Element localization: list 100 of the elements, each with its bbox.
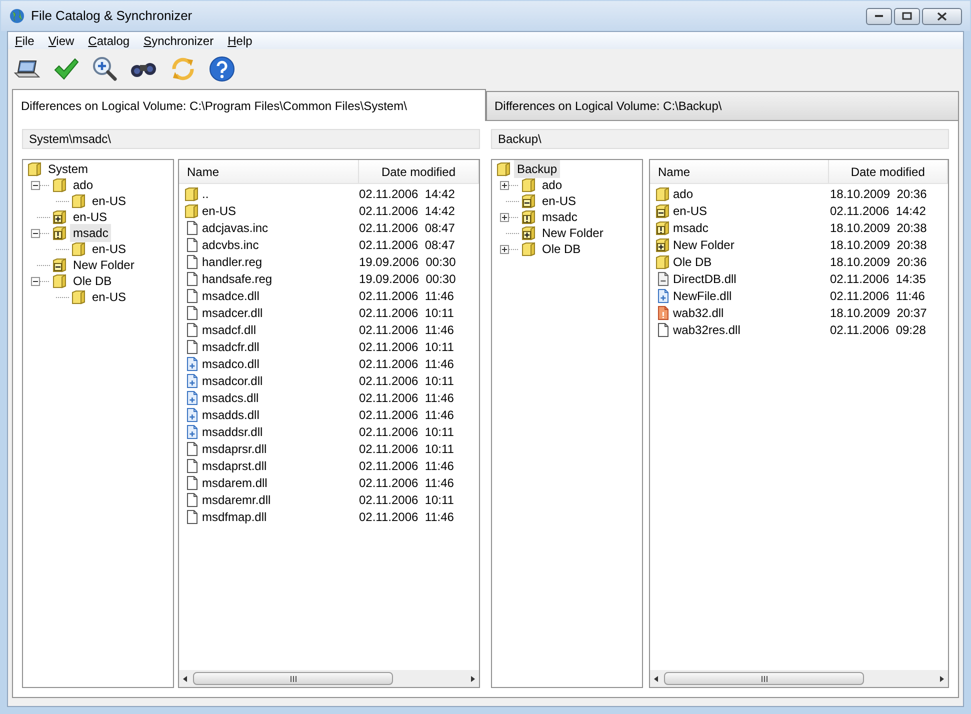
zoom-in-icon[interactable] xyxy=(92,56,118,82)
minimize-icon xyxy=(874,14,884,18)
file-name: msdarem.dll xyxy=(202,474,268,492)
column-header[interactable]: Name xyxy=(650,160,829,183)
file-name: msaddsr.dll xyxy=(202,424,263,440)
collapse-icon[interactable] xyxy=(31,180,40,190)
date-modified: 02.11.2006 09:28 xyxy=(830,322,926,338)
column-header[interactable]: Date modified xyxy=(359,160,479,183)
help-icon[interactable] xyxy=(208,56,234,82)
tree-item[interactable]: en-US xyxy=(70,208,110,226)
file-name: msadcf.dll xyxy=(202,322,256,338)
file-name: DirectDB.dll xyxy=(673,270,736,288)
date-modified: 02.11.2006 10:11 xyxy=(359,338,454,356)
date-modified: 02.11.2006 11:46 xyxy=(359,406,454,424)
date-modified: 02.11.2006 11:46 xyxy=(359,322,454,338)
expand-icon[interactable] xyxy=(500,180,509,190)
tree-item[interactable]: msadc xyxy=(539,208,580,226)
tree-item[interactable]: Backup xyxy=(514,160,560,178)
tree-item[interactable]: Ole DB xyxy=(539,240,584,258)
date-modified: 19.09.2006 00:30 xyxy=(359,254,456,270)
menu-item[interactable]: File xyxy=(15,32,34,50)
horizontal-scrollbar[interactable] xyxy=(650,670,948,687)
file-name: msadcor.dll xyxy=(202,372,263,390)
scroll-right-icon[interactable] xyxy=(469,674,477,682)
scroll-right-icon[interactable] xyxy=(938,674,946,682)
expand-icon[interactable] xyxy=(500,244,509,254)
date-modified: 02.11.2006 10:11 xyxy=(359,372,454,390)
column-header[interactable]: Name xyxy=(179,160,359,183)
date-modified: 18.10.2009 20:38 xyxy=(830,236,927,254)
date-modified: 02.11.2006 11:46 xyxy=(359,356,454,372)
date-modified: 02.11.2006 08:47 xyxy=(359,220,455,236)
scroll-left-icon[interactable] xyxy=(652,674,660,682)
file-name: Ole DB xyxy=(673,254,712,270)
tree-item[interactable]: en-US xyxy=(89,240,130,258)
file-name: msadcfr.dll xyxy=(202,338,260,356)
tab[interactable]: Differences on Logical Volume: C:\Program Files\Common Files\System\ xyxy=(12,89,486,121)
file-name: .. xyxy=(202,186,209,202)
menu-item[interactable]: Catalog xyxy=(88,32,130,50)
file-name: en-US xyxy=(673,202,708,220)
date-modified: 02.11.2006 10:11 xyxy=(359,304,454,322)
file-name: ado xyxy=(673,186,694,202)
date-modified: 18.10.2009 20:37 xyxy=(830,304,927,322)
tree-item[interactable]: msadc xyxy=(70,224,112,242)
file-name: adcvbs.inc xyxy=(202,236,259,254)
file-name: msdaremr.dll xyxy=(202,492,271,508)
maximize-button[interactable] xyxy=(894,8,920,24)
date-modified: 02.11.2006 11:46 xyxy=(359,288,454,304)
collapse-icon[interactable] xyxy=(31,228,40,238)
date-modified: 02.11.2006 08:47 xyxy=(359,236,455,254)
file-name: New Folder xyxy=(673,236,734,254)
menu-item[interactable]: Synchronizer xyxy=(144,32,214,50)
menu-item[interactable]: Help xyxy=(228,32,252,50)
tree-item[interactable]: ado xyxy=(539,176,566,194)
file-name: en-US xyxy=(202,202,236,220)
date-modified: 19.09.2006 00:30 xyxy=(359,270,456,288)
date-modified: 02.11.2006 14:42 xyxy=(830,202,926,220)
date-modified: 02.11.2006 10:11 xyxy=(359,492,454,508)
date-modified: 02.11.2006 14:42 xyxy=(359,202,455,220)
file-name: msadc xyxy=(673,220,708,236)
horizontal-scrollbar[interactable] xyxy=(179,670,479,687)
path-bar: System\msadc\ xyxy=(22,129,480,149)
date-modified: 18.10.2009 20:36 xyxy=(830,254,927,270)
scroll-left-icon[interactable] xyxy=(181,674,189,682)
file-name: wab32res.dll xyxy=(673,322,740,338)
file-name: msadcer.dll xyxy=(202,304,263,322)
date-modified: 02.11.2006 11:46 xyxy=(359,458,454,474)
date-modified: 02.11.2006 10:11 xyxy=(359,424,454,440)
scrollbar-thumb[interactable] xyxy=(664,672,864,685)
tree-item[interactable]: ado xyxy=(70,176,96,194)
maximize-icon xyxy=(902,12,912,20)
file-name: msdfmap.dll xyxy=(202,508,267,526)
checkmark-icon[interactable] xyxy=(52,57,78,81)
tree-item[interactable]: New Folder xyxy=(539,224,606,242)
tree-item[interactable]: System xyxy=(45,160,92,178)
menu-item[interactable]: View xyxy=(48,32,74,50)
column-header[interactable]: Date modified xyxy=(828,160,948,183)
laptop-icon[interactable] xyxy=(14,58,40,80)
tree-item[interactable]: en-US xyxy=(89,192,130,210)
date-modified: 18.10.2009 20:36 xyxy=(830,186,927,202)
tab[interactable]: Differences on Logical Volume: C:\Backup\ xyxy=(486,91,959,120)
file-name: NewFile.dll xyxy=(673,288,732,304)
tree-item[interactable]: Ole DB xyxy=(70,272,115,290)
expand-icon[interactable] xyxy=(500,212,509,222)
path-bar: Backup\ xyxy=(491,129,949,149)
file-name: handler.reg xyxy=(202,254,262,270)
file-name: msadce.dll xyxy=(202,288,260,304)
date-modified: 02.11.2006 11:46 xyxy=(359,390,454,406)
minimize-button[interactable] xyxy=(866,8,892,24)
date-modified: 02.11.2006 14:42 xyxy=(359,186,455,202)
date-modified: 02.11.2006 11:46 xyxy=(830,288,925,304)
globe-icon xyxy=(9,8,25,24)
date-modified: 02.11.2006 11:46 xyxy=(359,508,454,526)
tree-item[interactable]: en-US xyxy=(539,192,580,210)
file-name: msadcs.dll xyxy=(202,390,259,406)
tree-item[interactable]: New Folder xyxy=(70,256,138,274)
close-button[interactable] xyxy=(922,8,962,24)
collapse-icon[interactable] xyxy=(31,276,40,286)
date-modified: 02.11.2006 11:46 xyxy=(359,474,454,492)
tree-item[interactable]: en-US xyxy=(89,288,130,306)
scrollbar-thumb[interactable] xyxy=(193,672,393,685)
